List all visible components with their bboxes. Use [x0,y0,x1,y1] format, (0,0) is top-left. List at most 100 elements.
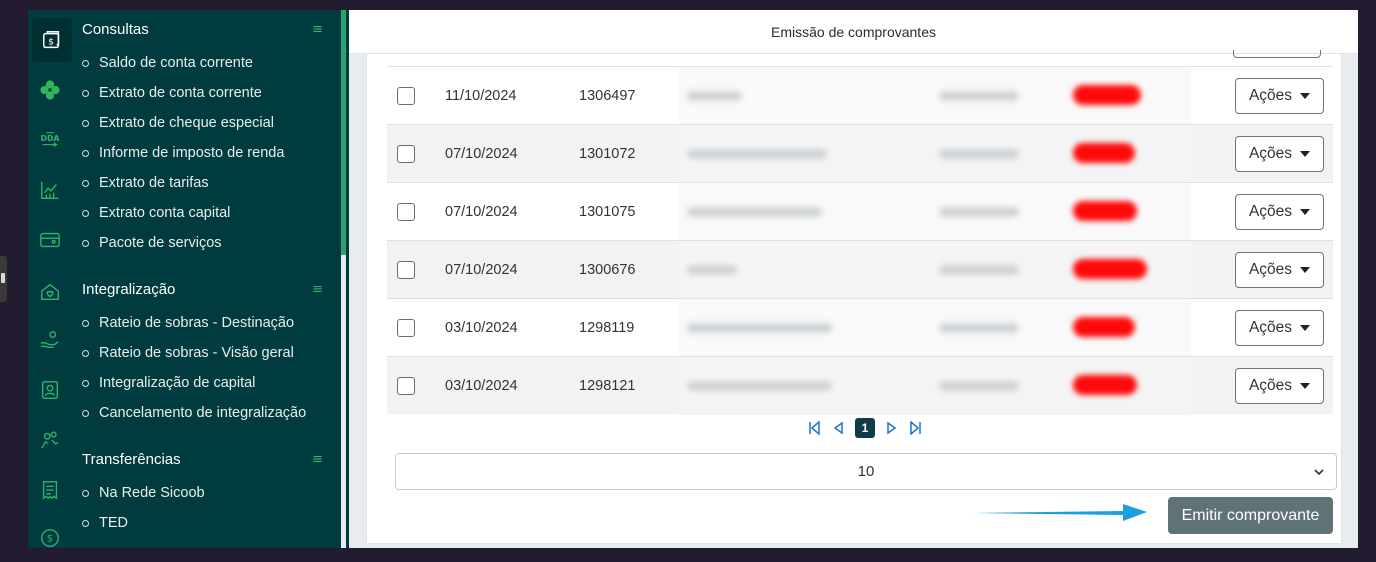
svg-text:$: $ [47,534,53,545]
menu-section-integralizacao: Integralização ≡ Rateio de sobras - Dest… [72,270,333,428]
last-page-icon[interactable] [909,420,923,436]
table-row: 03/10/2024 1298121 Ações [387,356,1333,415]
menu-item-rede-sicoob[interactable]: Na Rede Sicoob [72,478,333,508]
menu-item-informe-ir[interactable]: Informe de imposto de renda [72,138,333,168]
row-checkbox[interactable] [397,319,415,337]
row-number: 1301075 [579,204,636,220]
redacted-value [1073,317,1135,337]
section-title: Integralização [82,280,176,298]
receipt-icon[interactable] [38,478,62,502]
caret-down-icon [1300,93,1311,99]
acoes-dropdown-button[interactable]: Ações [1235,78,1324,114]
people-icon[interactable] [38,428,62,452]
acoes-dropdown-button[interactable]: Ações [1235,252,1324,288]
menu-item-ted[interactable]: TED [72,508,333,538]
caret-down-icon [1300,267,1311,273]
acoes-label: Ações [1248,261,1293,278]
acoes-dropdown-button[interactable]: Ações [1235,368,1324,404]
menu-item-rateio-visao[interactable]: Rateio de sobras - Visão geral [72,338,333,368]
row-date: 07/10/2024 [445,262,518,278]
section-header[interactable]: Transferências ≡ [72,440,333,478]
caret-down-icon [1300,383,1311,389]
menu-toggle-icon[interactable]: ≡ [312,282,323,297]
menu-item-extrato-capital[interactable]: Extrato conta capital [72,198,333,228]
row-checkbox[interactable] [397,377,415,395]
redacted-text [687,91,742,101]
dda-icon[interactable]: DDA [38,128,62,152]
redacted-text [939,323,1019,333]
menu-item-extrato-tarifas[interactable]: Extrato de tarifas [72,168,333,198]
redacted-text [939,265,1019,275]
home-shield-icon[interactable] [38,280,62,304]
menu-item-rateio-destinacao[interactable]: Rateio de sobras - Destinação [72,308,333,338]
row-checkbox[interactable] [397,261,415,279]
main-content: Emissão de comprovantes 11/10/2024 13064… [349,10,1358,548]
row-date: 07/10/2024 [445,204,518,220]
menu-toggle-icon[interactable]: ≡ [312,452,323,467]
current-page[interactable]: 1 [855,418,875,438]
row-number: 1298119 [579,320,635,336]
row-date: 03/10/2024 [445,320,518,336]
page-size-select[interactable]: 10 [395,453,1337,490]
row-checkbox[interactable] [397,203,415,221]
table-row: 03/10/2024 1298119 Ações [387,298,1333,357]
wallet-dollar-icon[interactable]: $ [32,18,72,62]
menu-toggle-icon[interactable]: ≡ [312,22,323,37]
redacted-value [1073,201,1137,221]
page-size-value: 10 [857,463,875,480]
menu-item-integralizacao-capital[interactable]: Integralização de capital [72,368,333,398]
table-row: 11/10/2024 1306497 Ações [387,66,1333,125]
svg-text:DDA: DDA [41,134,60,143]
acoes-label: Ações [1248,87,1293,104]
row-number: 1300676 [579,262,636,278]
acoes-label: Ações [1248,319,1293,336]
redacted-value [1073,143,1135,163]
section-title: Transferências [82,450,181,468]
first-page-icon[interactable] [807,420,821,436]
chevron-down-icon [1314,469,1324,476]
next-page-icon[interactable] [885,420,899,436]
icon-rail: $ DDA $ [28,10,72,548]
menu-item-cancelamento[interactable]: Cancelamento de integralização [72,398,333,428]
redacted-text [687,149,827,159]
table-row: 07/10/2024 1300676 Ações [387,240,1333,299]
redacted-text [939,91,1019,101]
emit-receipt-button[interactable]: Emitir comprovante [1168,497,1333,534]
section-header[interactable]: Consultas ≡ [72,10,333,48]
section-title: Consultas [82,20,149,38]
menu-item-saldo[interactable]: Saldo de conta corrente [72,48,333,78]
card-icon[interactable] [38,228,62,252]
menu-item-extrato-conta[interactable]: Extrato de conta corrente [72,78,333,108]
app-window: $ DDA $ Consultas ≡ Saldo de conta corre… [28,10,1358,548]
clover-icon[interactable] [38,78,62,102]
redacted-text [939,381,1019,391]
dollar-circle-icon[interactable]: $ [38,526,62,548]
acoes-dropdown-button[interactable]: Ações [1235,136,1324,172]
acoes-dropdown-button[interactable]: Ações [1235,310,1324,346]
redacted-value [1073,259,1147,279]
row-checkbox[interactable] [397,145,415,163]
page-header: Emissão de comprovantes [349,10,1358,54]
acoes-dropdown-button[interactable]: Ações [1235,194,1324,230]
caret-down-icon [1300,151,1311,157]
acoes-button-partial[interactable] [1233,50,1321,58]
redacted-text [687,381,832,391]
side-edge-handle[interactable] [0,256,7,302]
page-title: Emissão de comprovantes [771,23,936,40]
menu-item-pacote-servicos[interactable]: Pacote de serviços [72,228,333,258]
row-date: 07/10/2024 [445,146,518,162]
receipts-card: 11/10/2024 1306497 Ações 07/10/2024 1301… [366,50,1342,544]
hand-coins-icon[interactable] [38,328,62,352]
section-header[interactable]: Integralização ≡ [72,270,333,308]
row-number: 1306497 [579,88,636,104]
menu-section-consultas: Consultas ≡ Saldo de conta corrente Extr… [72,10,333,258]
prev-page-icon[interactable] [831,420,845,436]
acoes-label: Ações [1248,145,1293,162]
row-checkbox[interactable] [397,87,415,105]
table-row: 07/10/2024 1301075 Ações [387,182,1333,241]
row-date: 03/10/2024 [445,378,518,394]
acoes-label: Ações [1248,377,1293,394]
menu-item-extrato-cheque[interactable]: Extrato de cheque especial [72,108,333,138]
id-badge-icon[interactable] [38,378,62,402]
chart-icon[interactable] [38,178,62,202]
